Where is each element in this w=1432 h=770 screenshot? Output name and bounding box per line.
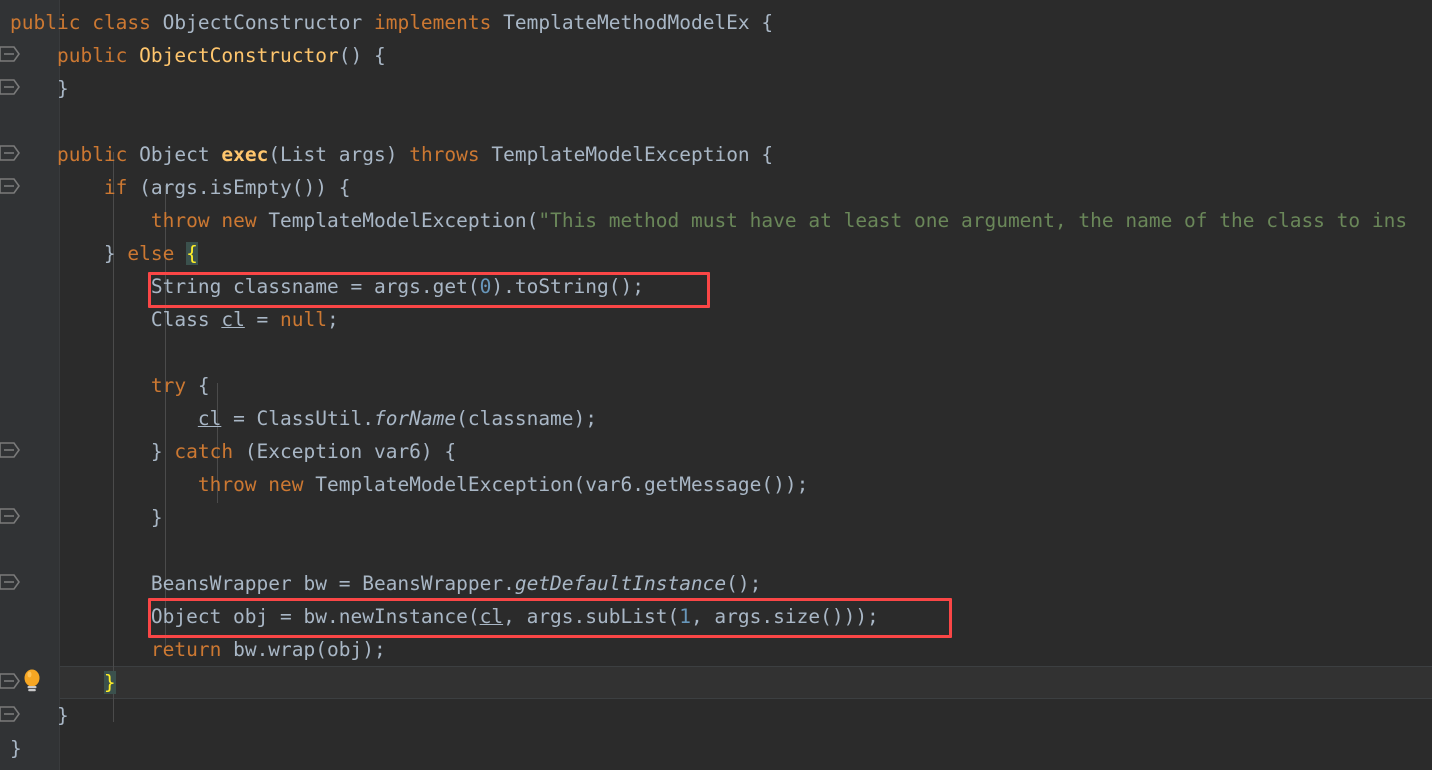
code-line-9[interactable]: String classname = args.get(0).toString(… [0, 270, 1432, 303]
code-line-19[interactable]: Object obj = bw.newInstance(cl, args.sub… [0, 600, 1432, 633]
code-line-16[interactable]: } [0, 501, 1432, 534]
token: } [10, 242, 128, 265]
code-line-3[interactable]: } [0, 72, 1432, 105]
token: ObjectConstructor [150, 11, 374, 34]
token: catch [174, 440, 234, 463]
token: } [10, 704, 69, 727]
token: (args.isEmpty()) { [127, 176, 351, 199]
token: Object [127, 143, 222, 166]
token: (); [726, 572, 762, 595]
token: (List args) [268, 143, 410, 166]
token: } [10, 506, 163, 529]
token: Class [10, 308, 222, 331]
token: new [268, 473, 304, 496]
token: (Exception var6) { [233, 440, 457, 463]
token: exec [221, 143, 269, 166]
token: } [10, 77, 69, 100]
token: throw [150, 209, 210, 232]
code-line-20[interactable]: return bw.wrap(obj); [0, 633, 1432, 666]
token: implements [373, 11, 492, 34]
token: cl [479, 605, 504, 628]
code-line-23[interactable]: } [0, 732, 1432, 765]
token: new [221, 209, 257, 232]
token: ObjectConstructor [139, 44, 339, 67]
code-line-18[interactable]: BeansWrapper bw = BeansWrapper.getDefaul… [0, 567, 1432, 600]
token: getDefaultInstance [514, 572, 727, 595]
code-line-4[interactable] [0, 105, 1432, 138]
token: bw.wrap(obj); [221, 638, 386, 661]
code-line-1[interactable]: public class ObjectConstructor implement… [0, 6, 1432, 39]
token: { [186, 242, 198, 265]
token: 1 [679, 605, 691, 628]
token: , args.subList( [503, 605, 680, 628]
token: (classname); [456, 407, 598, 430]
token: Object obj = bw.newInstance( [10, 605, 480, 628]
code-line-6[interactable]: if (args.isEmpty()) { [0, 171, 1432, 204]
token: public [56, 44, 128, 67]
code-line-7[interactable]: throw new TemplateModelException("This m… [0, 204, 1432, 237]
token: TemplateModelException( [256, 209, 539, 232]
token: null [280, 308, 328, 331]
token: TemplateMethodModelEx { [491, 11, 774, 34]
token: () { [338, 44, 386, 67]
token: public [56, 143, 128, 166]
token: forName [373, 407, 457, 430]
code-editor[interactable]: public class ObjectConstructor implement… [0, 0, 1432, 770]
token: } [10, 737, 22, 760]
code-line-5[interactable]: public Object exec(List args) throws Tem… [0, 138, 1432, 171]
lightbulb-icon[interactable] [20, 668, 44, 694]
token: cl [197, 407, 222, 430]
code-line-14[interactable]: } catch (Exception var6) { [0, 435, 1432, 468]
token: "This method must have at least one argu… [538, 209, 1408, 232]
token: else [127, 242, 175, 265]
token: = ClassUtil. [221, 407, 374, 430]
token: ).toString(); [491, 275, 644, 298]
code-line-13[interactable]: cl = ClassUtil.forName(classname); [0, 402, 1432, 435]
code-line-11[interactable] [0, 336, 1432, 369]
token: ; [327, 308, 339, 331]
token: if [103, 176, 128, 199]
token: try [150, 374, 187, 397]
token: cl [221, 308, 245, 331]
token: } [10, 440, 175, 463]
token: = [244, 308, 281, 331]
code-line-12[interactable]: try { [0, 369, 1432, 402]
token: throws [409, 143, 480, 166]
token: class [92, 11, 151, 34]
token: TemplateModelException(var6.getMessage()… [303, 473, 809, 496]
token: public [10, 11, 81, 34]
token: } [103, 671, 116, 694]
code-line-21[interactable]: } [0, 666, 1432, 699]
code-line-8[interactable]: } else { [0, 237, 1432, 270]
token: 0 [479, 275, 492, 298]
token: String classname = args.get( [10, 275, 480, 298]
token: throw [197, 473, 257, 496]
token: BeansWrapper bw = BeansWrapper. [10, 572, 515, 595]
code-line-15[interactable]: throw new TemplateModelException(var6.ge… [0, 468, 1432, 501]
token: TemplateModelException { [479, 143, 774, 166]
token: return [150, 638, 222, 661]
code-line-10[interactable]: Class cl = null; [0, 303, 1432, 336]
code-line-2[interactable]: public ObjectConstructor() { [0, 39, 1432, 72]
code-line-22[interactable]: } [0, 699, 1432, 732]
token: , args.size())); [690, 605, 879, 628]
code-line-17[interactable] [0, 534, 1432, 567]
code-content[interactable]: public class ObjectConstructor implement… [0, 0, 1432, 770]
token: { [186, 374, 210, 397]
